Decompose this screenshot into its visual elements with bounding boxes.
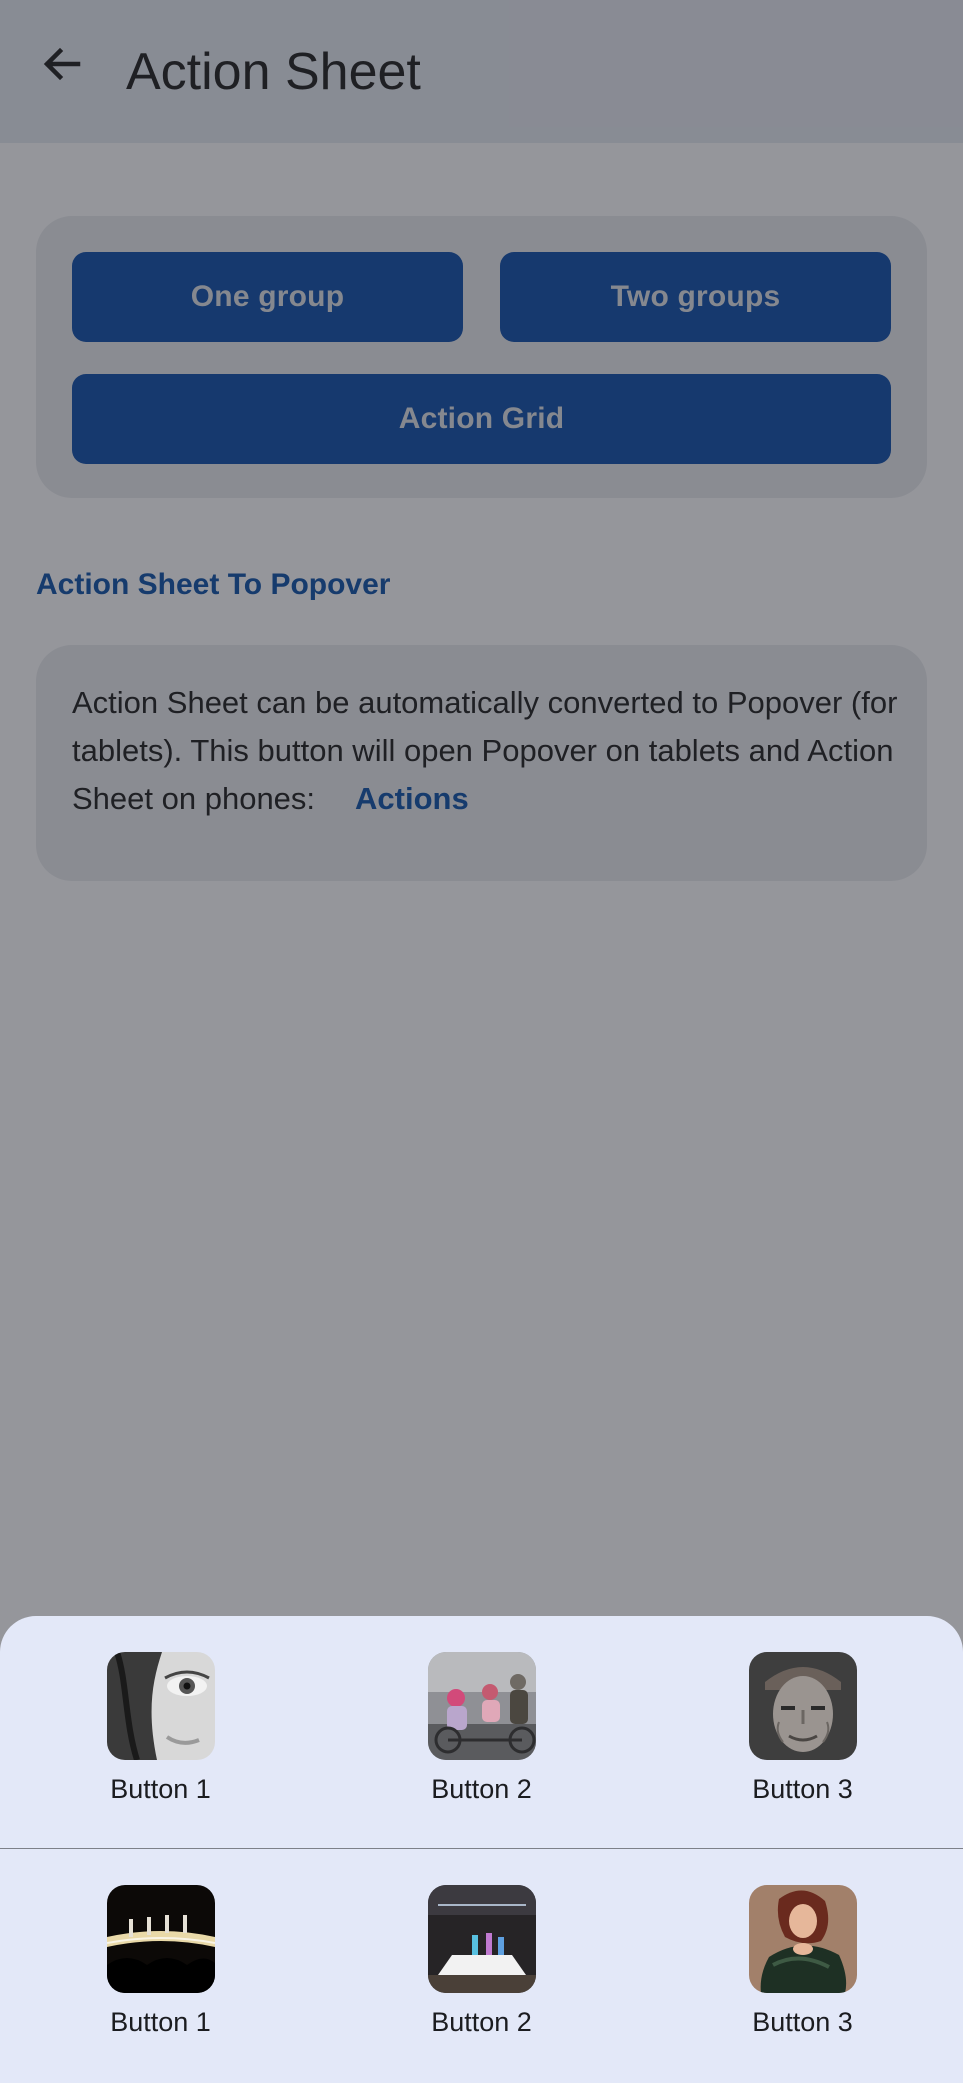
grid-button[interactable]: Button 1	[0, 1885, 321, 2038]
grid-button[interactable]: Button 1	[0, 1652, 321, 1805]
grid-button-label: Button 1	[110, 1774, 211, 1804]
action-grid-group: Button 1 Button 2 Button 3	[0, 1616, 963, 1848]
grid-button-label: Button 2	[431, 2007, 532, 2037]
close-up-eye-photo	[106, 1652, 215, 1760]
grid-button[interactable]: Button 3	[642, 1885, 963, 2038]
grid-button[interactable]: Button 2	[321, 1885, 642, 2038]
people-on-bicycle-photo	[427, 1652, 536, 1760]
action-sheet: Button 1 Button 2 Button 3 Button 1 Butt…	[0, 1616, 963, 2083]
grid-button-label: Button 2	[431, 1774, 532, 1804]
grid-button-label: Button 1	[110, 2007, 211, 2037]
elderly-man-portrait-photo	[748, 1652, 857, 1760]
action-grid-group: Button 1 Button 2 Button 3	[0, 1849, 963, 2083]
grid-button-label: Button 3	[752, 1774, 853, 1804]
woman-portrait-photo	[748, 1885, 857, 1993]
grid-button[interactable]: Button 3	[642, 1652, 963, 1805]
stage-performance-photo	[427, 1885, 536, 1993]
runway-show-photo	[106, 1885, 215, 1993]
grid-button[interactable]: Button 2	[321, 1652, 642, 1805]
grid-button-label: Button 3	[752, 2007, 853, 2037]
